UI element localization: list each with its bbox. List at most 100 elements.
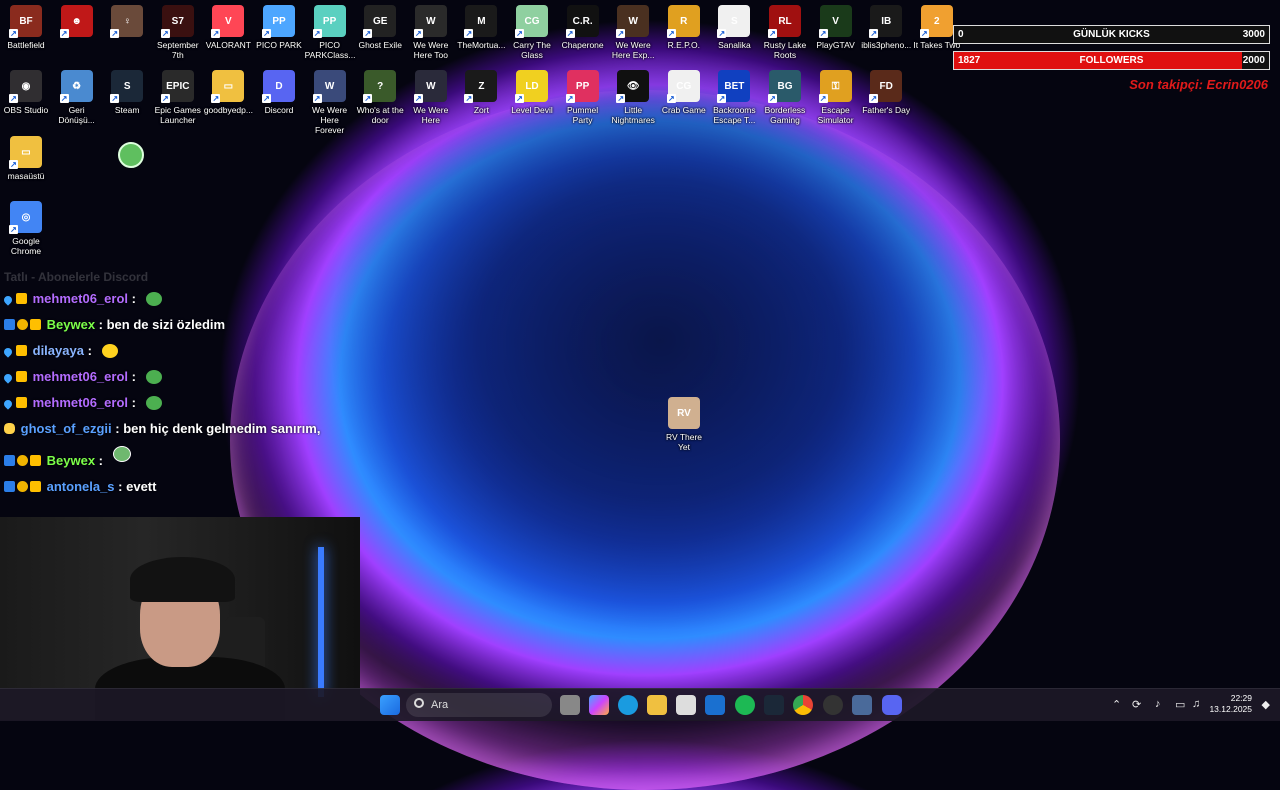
desktop-icon-label: Crab Game	[661, 105, 706, 115]
file-explorer-icon[interactable]	[647, 695, 667, 715]
desktop-icon[interactable]: ♻ ↗ Geri Dönüşü...	[52, 70, 102, 125]
desktop-icon[interactable]: ▭ ↗ goodbyedp...	[203, 70, 253, 115]
crown-badge-icon	[16, 293, 27, 304]
desktop-icon[interactable]: W ↗ We Were Here Forever	[305, 70, 355, 135]
desktop-icon[interactable]: R ↗ R.E.P.O.	[659, 5, 709, 50]
desktop-icon[interactable]: RL ↗ Rusty Lake Roots	[760, 5, 810, 60]
desktop-icon[interactable]: M ↗ TheMortua...	[456, 5, 506, 50]
followers-title: FOLLOWERS	[1079, 55, 1144, 66]
task-view-icon[interactable]	[560, 695, 580, 715]
desktop-icon[interactable]: LD ↗ Level Devil	[507, 70, 557, 115]
desktop-icon-label: TheMortua...	[457, 40, 506, 50]
notification-icon[interactable]: ◆	[1262, 698, 1270, 711]
start-icon[interactable]	[380, 695, 400, 715]
desktop-icon-label: We Were Here Forever	[312, 105, 348, 135]
shortcut-arrow-icon: ↗	[919, 29, 929, 38]
desktop-icon[interactable]: ☻ ↗	[52, 5, 102, 40]
desktop-icon[interactable]: W ↗ We Were Here Too	[406, 5, 456, 60]
desktop-icon[interactable]: ◉ ↗ OBS Studio	[1, 70, 51, 115]
desktop-icon[interactable]: S ↗ Steam	[102, 70, 152, 115]
desktop-icon[interactable]: CG ↗ Crab Game	[659, 70, 709, 115]
shortcut-arrow-icon: ↗	[666, 29, 676, 38]
copilot-icon[interactable]	[589, 695, 609, 715]
desktop-icon[interactable]: PP ↗ PICO PARKClass...	[305, 5, 355, 60]
chat-emote-icon	[145, 292, 162, 306]
search-icon	[414, 698, 424, 708]
desktop-icon[interactable]: W ↗ We Were Here Exp...	[608, 5, 658, 60]
volume-icon[interactable]: ♫	[1192, 698, 1200, 710]
desktop-icon-rv-there-yet[interactable]: RV RV There Yet	[659, 397, 709, 452]
desktop-icon-label: goodbyedp...	[203, 105, 253, 115]
desktop-icon[interactable]: Z ↗ Zort	[456, 70, 506, 115]
chat-username[interactable]: mehmet06_erol	[33, 395, 128, 410]
app-icon: S ↗	[110, 70, 144, 103]
desktop-icon[interactable]: PP ↗ Pummel Party	[558, 70, 608, 125]
app-icon: M ↗	[464, 5, 498, 38]
app-icon: ⚿ ↗	[818, 70, 852, 103]
app-icon: V ↗	[818, 5, 852, 38]
desktop-icon[interactable]: S ↗ Sanalika	[709, 5, 759, 50]
desktop-icon[interactable]: V ↗ VALORANT	[203, 5, 253, 50]
chat-username[interactable]: mehmet06_erol	[33, 369, 128, 384]
desktop-icon[interactable]: PP ↗ PICO PARK	[254, 5, 304, 50]
desktop-icon-label: VALORANT	[205, 40, 251, 50]
chat-separator: :	[128, 395, 140, 410]
chat-message: Beywex : ben de sizi özledim	[4, 316, 354, 334]
desktop-icon[interactable]: BET ↗ Backrooms Escape T...	[709, 70, 759, 125]
last-follower: Son takipçi: Ecrin0206	[1129, 77, 1268, 92]
edge-icon[interactable]	[618, 695, 638, 715]
settings-icon[interactable]	[852, 695, 872, 715]
taskbar: Ara ⌃ ⟳ ♪ ▭ ♫ 22:29 13.12.2025 ◆	[0, 688, 1280, 721]
chat-username[interactable]: Beywex	[47, 453, 95, 468]
chat-separator: :	[95, 317, 107, 332]
sync-icon[interactable]: ⟳	[1132, 698, 1141, 711]
app-icon: S ↗	[717, 5, 751, 38]
desktop-icon[interactable]: ? ↗ Who's at the door	[355, 70, 405, 125]
desktop-icon[interactable]: V ↗ PlayGTAV	[811, 5, 861, 50]
desktop-icon[interactable]: BF ↗ Battlefield	[1, 5, 51, 50]
webcam-person-cap	[130, 557, 235, 602]
desktop-icon[interactable]: ▭ ↗ masaüstü	[1, 136, 51, 181]
steam-icon[interactable]	[764, 695, 784, 715]
desktop-icon[interactable]: D ↗ Discord	[254, 70, 304, 115]
chevron-up-icon[interactable]: ⌃	[1112, 698, 1121, 711]
chat-text: ben de sizi özledim	[106, 317, 226, 332]
shortcut-arrow-icon: ↗	[869, 94, 879, 103]
desktop-icon[interactable]: CG ↗ Carry The Glass	[507, 5, 557, 60]
desktop-icon[interactable]: FD ↗ Father's Day	[861, 70, 911, 115]
crown-badge-icon	[30, 319, 41, 330]
chat-username[interactable]: ghost_of_ezgii	[21, 421, 112, 436]
desktop-icon[interactable]: IB ↗ iblis3pheno...	[861, 5, 911, 50]
shortcut-arrow-icon: ↗	[768, 29, 777, 38]
chrome-icon[interactable]	[793, 695, 813, 715]
chat-username[interactable]: mehmet06_erol	[33, 291, 128, 306]
app-icon: PP ↗	[312, 5, 346, 38]
store-icon[interactable]	[676, 695, 696, 715]
chat-username[interactable]: Beywex	[47, 317, 95, 332]
obs-icon[interactable]	[823, 695, 843, 715]
desktop-icon[interactable]: W ↗ We Were Here	[406, 70, 456, 125]
crown-badge-icon	[16, 345, 27, 356]
taskbar-search[interactable]: Ara	[406, 693, 552, 717]
desktop-icon[interactable]: ♀ ↗	[102, 5, 152, 40]
desktop-icon[interactable]: EPIC ↗ Epic Games Launcher	[153, 70, 203, 125]
desktop-icon[interactable]: 👁 ↗ Little Nightmares	[608, 70, 658, 125]
network-icon[interactable]: ▭	[1175, 698, 1185, 711]
app-icon: BG ↗	[768, 70, 801, 103]
desktop-icon[interactable]: ◎ ↗ Google Chrome	[1, 201, 51, 256]
desktop-icon-label: Little Nightmares	[611, 105, 655, 125]
spotify-icon[interactable]	[735, 695, 755, 715]
desktop-icon[interactable]: S7 ↗ September 7th	[153, 5, 203, 60]
chat-username[interactable]: antonela_s	[47, 479, 115, 494]
desktop-emote-icon[interactable]	[118, 142, 144, 168]
desktop-icon[interactable]: ⚿ ↗ Escape Simulator	[811, 70, 861, 125]
desktop-icon[interactable]: GE ↗ Ghost Exile	[355, 5, 405, 50]
subscriber-badge-icon	[4, 481, 15, 492]
chat-username[interactable]: dilayaya	[33, 343, 84, 358]
desktop-icon[interactable]: BG ↗ Borderless Gaming	[760, 70, 810, 125]
microphone-icon[interactable]: ♪	[1155, 698, 1161, 710]
desktop-icon[interactable]: C.R. ↗ Chaperone	[558, 5, 608, 50]
clock[interactable]: 22:29 13.12.2025	[1209, 693, 1252, 715]
discord-icon[interactable]	[882, 695, 902, 715]
mail-icon[interactable]	[705, 695, 725, 715]
